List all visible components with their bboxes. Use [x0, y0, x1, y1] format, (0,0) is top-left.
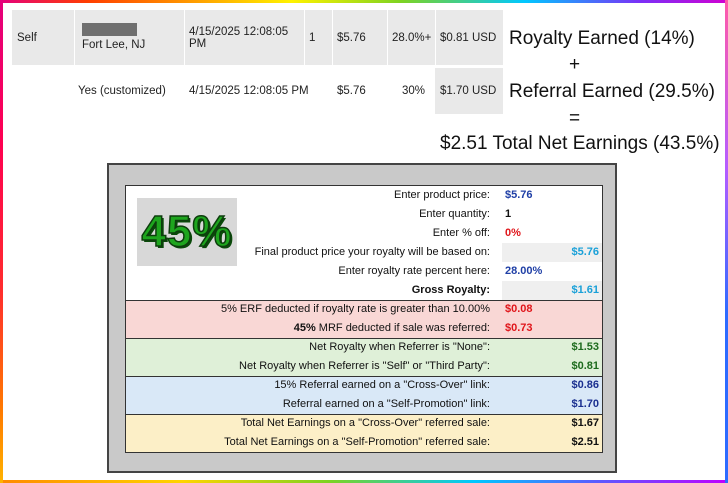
rainbow-border-top [0, 0, 728, 3]
date-cell: 4/15/2025 12:08:05 PM [184, 10, 304, 65]
date-cell: 4/15/2025 12:08:05 PM [189, 85, 309, 97]
calc-row-mrf: 45% MRF deducted if sale was referred: $… [126, 319, 602, 338]
total-net-earnings-text: $2.51 Total Net Earnings (43.5%) [440, 133, 720, 154]
row-label: Net Royalty when Referrer is "Self" or "… [239, 360, 490, 372]
net-royalty-none-value: $1.53 [571, 341, 599, 353]
calc-row-crossover-referral: 15% Referral earned on a "Cross-Over" li… [126, 376, 602, 395]
row-label: Referral earned on a "Self-Promotion" li… [282, 398, 490, 410]
mrf-value: $0.73 [505, 322, 533, 334]
table-row: Self Fort Lee, NJ 4/15/2025 12:08:05 PM … [12, 10, 503, 65]
location-text: Fort Lee, NJ [82, 39, 146, 51]
earned-cell: $1.70 USD [435, 68, 503, 114]
earned-cell: $0.81 USD [440, 31, 497, 44]
quantity-cell: 1 [309, 31, 316, 44]
crossover-referral-value: $0.86 [571, 379, 599, 391]
row-label: Net Royalty when Referrer is "None": [309, 341, 490, 353]
plus-sign: + [569, 54, 581, 75]
row-label: Enter royalty rate percent here: [338, 265, 490, 277]
rainbow-border-left [0, 0, 3, 483]
calc-row-selfpromo-referral: Referral earned on a "Self-Promotion" li… [126, 395, 602, 414]
calc-row-percent-off: Enter % off: 0% [126, 224, 602, 243]
row-label: Gross Royalty: [411, 284, 490, 296]
sale-type-cell: Self [17, 31, 37, 44]
customized-cell: Yes (customized) [78, 85, 166, 97]
calc-row-royalty-rate: Enter royalty rate percent here: 28.00% [126, 262, 602, 281]
location-cell: Fort Lee, NJ [74, 10, 184, 65]
equals-sign: = [569, 108, 581, 129]
royalty-earned-text: Royalty Earned (14%) [509, 28, 695, 49]
mrf-label-text: MRF deducted if sale was referred: [315, 322, 490, 334]
calc-row-total-crossover: Total Net Earnings on a "Cross-Over" ref… [126, 414, 602, 433]
erf-value: $0.08 [505, 303, 533, 315]
table-row: Yes (customized) 4/15/2025 12:08:05 PM $… [12, 68, 503, 114]
royalty-calculator: 45% Enter product price: $5.76 Enter qua… [125, 185, 603, 453]
date-line-2: PM [189, 37, 207, 50]
calc-row-net-none: Net Royalty when Referrer is "None": $1.… [126, 338, 602, 357]
calc-row-gross-royalty: Gross Royalty: $1.61 [126, 281, 602, 300]
row-label: Total Net Earnings on a "Self-Promotion"… [224, 436, 490, 448]
net-royalty-self-value: $0.81 [571, 360, 599, 372]
final-price-value: $5.76 [571, 246, 599, 258]
calc-row-net-self: Net Royalty when Referrer is "Self" or "… [126, 357, 602, 376]
calc-row-erf: 5% ERF deducted if royalty rate is great… [126, 300, 602, 319]
calc-row-quantity: Enter quantity: 1 [126, 205, 602, 224]
calc-row-total-selfpromo: Total Net Earnings on a "Self-Promotion"… [126, 433, 602, 452]
price-cell: $5.76 [337, 31, 366, 44]
date-line-1: 4/15/2025 12:08:05 [189, 25, 289, 38]
royalty-rate-input[interactable]: 28.00% [505, 262, 542, 281]
gross-royalty-value: $1.61 [571, 284, 599, 296]
total-crossover-value: $1.67 [571, 417, 599, 429]
price-cell: $5.76 [337, 85, 366, 97]
product-price-input[interactable]: $5.76 [505, 186, 533, 205]
percent-off-input[interactable]: 0% [505, 224, 521, 243]
total-selfpromo-value: $2.51 [571, 436, 599, 448]
rate-cell: 30% [402, 85, 426, 97]
row-label: Total Net Earnings on a "Cross-Over" ref… [240, 417, 490, 429]
mrf-percent: 45% [293, 322, 316, 334]
row-label: 45% MRF deducted if sale was referred: [294, 319, 490, 338]
row-label: Enter quantity: [419, 208, 490, 220]
selfpromo-referral-value: $1.70 [571, 398, 599, 410]
quantity-input[interactable]: 1 [505, 205, 511, 224]
calc-row-product-price: Enter product price: $5.76 [126, 186, 602, 205]
row-label: Enter product price: [394, 189, 490, 201]
row-label: 15% Referral earned on a "Cross-Over" li… [274, 379, 490, 391]
calc-row-final-price: Final product price your royalty will be… [126, 243, 602, 262]
row-label: 5% ERF deducted if royalty rate is great… [220, 303, 490, 315]
redacted-name [82, 23, 137, 36]
row-label: Final product price your royalty will be… [254, 246, 490, 258]
referral-earned-text: Referral Earned (29.5%) [509, 81, 715, 102]
row-label: Enter % off: [432, 227, 490, 239]
rate-cell: 28.0%+ [392, 31, 432, 44]
